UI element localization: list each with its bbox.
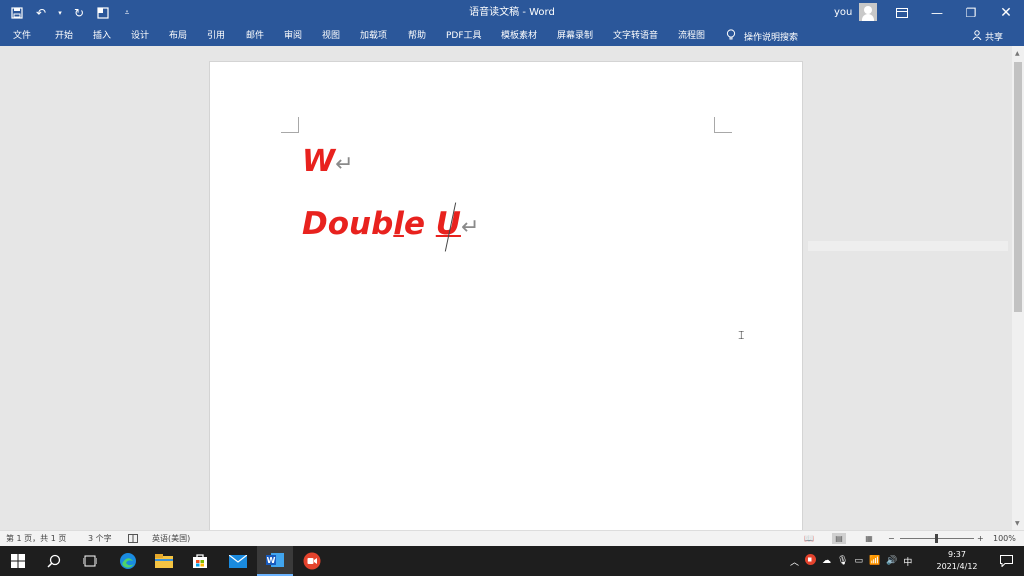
status-bar: 第 1 页，共 1 页 3 个字 英语(美国) 📖 ▤ ▦ − + 100%: [0, 530, 1024, 546]
windows-start-icon[interactable]: [0, 546, 36, 576]
store-icon[interactable]: [182, 546, 218, 576]
text-run: W: [302, 144, 336, 179]
ibeam-cursor-icon: 𝙸: [737, 328, 746, 342]
tab-pdf-tools[interactable]: PDF工具: [446, 26, 482, 46]
tab-design[interactable]: 设计: [131, 26, 149, 46]
tab-flowchart[interactable]: 流程图: [678, 26, 705, 46]
print-layout-icon[interactable]: ▤: [832, 533, 846, 544]
search-label: 操作说明搜索: [744, 32, 799, 43]
recorder-icon[interactable]: [294, 546, 330, 576]
volume-icon[interactable]: 🔊: [886, 556, 897, 566]
tab-add-ins[interactable]: 加载项: [360, 26, 387, 46]
tab-text-to-speech[interactable]: 文字转语音: [613, 26, 658, 46]
title-bar: ↶ ▾ ↻ ⩡ 语音读文稿 - Word you — ❐ ✕: [0, 0, 1024, 26]
minimize-icon[interactable]: —: [920, 0, 954, 26]
paragraph-1[interactable]: W↵: [302, 144, 354, 179]
lightbulb-icon: [726, 28, 736, 44]
tab-view[interactable]: 视图: [322, 26, 340, 46]
chevron-up-icon[interactable]: ︿: [790, 555, 799, 568]
tab-insert[interactable]: 插入: [93, 26, 111, 46]
notification-icon[interactable]: [988, 546, 1024, 576]
tell-me-search[interactable]: 操作说明搜索: [726, 26, 798, 46]
avatar[interactable]: [859, 3, 877, 21]
scroll-down-icon[interactable]: ▼: [1015, 520, 1020, 527]
ime-indicator[interactable]: 中: [903, 555, 912, 568]
zoom-slider-thumb[interactable]: [935, 534, 938, 543]
search-icon[interactable]: [36, 546, 72, 576]
language[interactable]: 英语(美国): [152, 531, 190, 547]
recorder-tray-icon[interactable]: [805, 554, 817, 568]
text-run: e: [403, 206, 436, 242]
document-work-area[interactable]: W↵ Double U↵ 𝙸: [0, 46, 1012, 530]
zoom-level[interactable]: 100%: [993, 531, 1016, 547]
battery-icon[interactable]: ▭: [854, 556, 863, 566]
mail-icon[interactable]: [220, 546, 256, 576]
taskbar: W ︿ ☁ 🎙 ▭ 📶 🔊 中 9:37 2021/4/12: [0, 546, 1024, 576]
tab-help[interactable]: 帮助: [408, 26, 426, 46]
text-run: Doub: [302, 206, 394, 242]
tab-screen-recording[interactable]: 屏幕录制: [557, 26, 593, 46]
document-page[interactable]: W↵ Double U↵: [209, 61, 803, 530]
close-icon[interactable]: ✕: [989, 0, 1023, 26]
svg-text:W: W: [267, 556, 276, 565]
file-explorer-icon[interactable]: [146, 546, 182, 576]
wifi-icon[interactable]: 📶: [869, 556, 880, 566]
read-mode-icon[interactable]: 📖: [802, 533, 816, 544]
tab-templates[interactable]: 模板素材: [501, 26, 537, 46]
text-run-underlined: l: [393, 206, 404, 242]
scrollbar-thumb[interactable]: [1014, 62, 1022, 312]
tab-home[interactable]: 开始: [55, 26, 73, 46]
clock-time: 9:37: [948, 550, 966, 559]
ribbon-tabs: 文件 开始 插入 设计 布局 引用 邮件 审阅 视图 加载项 帮助 PDF工具 …: [0, 26, 1024, 46]
tab-file[interactable]: 文件: [13, 26, 31, 46]
cloud-icon[interactable]: ☁: [822, 556, 831, 566]
proofing-icon[interactable]: [128, 531, 138, 547]
edge-icon[interactable]: [110, 546, 146, 576]
microphone-icon[interactable]: 🎙: [837, 556, 848, 566]
scroll-up-icon[interactable]: ▲: [1015, 50, 1020, 57]
tab-references[interactable]: 引用: [207, 26, 225, 46]
share-button[interactable]: 共享: [972, 26, 1003, 46]
margin-corner-top-left: [281, 117, 299, 133]
share-label: 共享: [985, 32, 1004, 43]
clock-date: 2021/4/12: [936, 562, 978, 571]
vertical-scrollbar[interactable]: ▲ ▼: [1012, 46, 1024, 530]
system-tray: ︿ ☁ 🎙 ▭ 📶 🔊 中: [790, 546, 912, 576]
tab-layout[interactable]: 布局: [169, 26, 187, 46]
task-view-icon[interactable]: [72, 546, 108, 576]
tab-mailings[interactable]: 邮件: [246, 26, 264, 46]
user-name[interactable]: you: [834, 0, 852, 26]
web-layout-icon[interactable]: ▦: [862, 533, 876, 544]
page-info[interactable]: 第 1 页，共 1 页: [6, 531, 66, 547]
background-band: [808, 241, 1008, 251]
word-count[interactable]: 3 个字: [88, 531, 112, 547]
clock[interactable]: 9:37 2021/4/12: [930, 549, 984, 573]
tab-review[interactable]: 审阅: [284, 26, 302, 46]
paragraph-mark-icon: ↵: [335, 152, 354, 177]
restore-icon[interactable]: ❐: [954, 0, 988, 26]
margin-corner-top-right: [714, 117, 732, 133]
zoom-in-button[interactable]: +: [977, 531, 984, 547]
person-icon: [972, 29, 982, 43]
zoom-out-button[interactable]: −: [888, 531, 895, 547]
ribbon-display-icon[interactable]: [885, 0, 919, 26]
word-icon[interactable]: W: [257, 546, 293, 576]
paragraph-mark-icon: ↵: [460, 215, 480, 240]
